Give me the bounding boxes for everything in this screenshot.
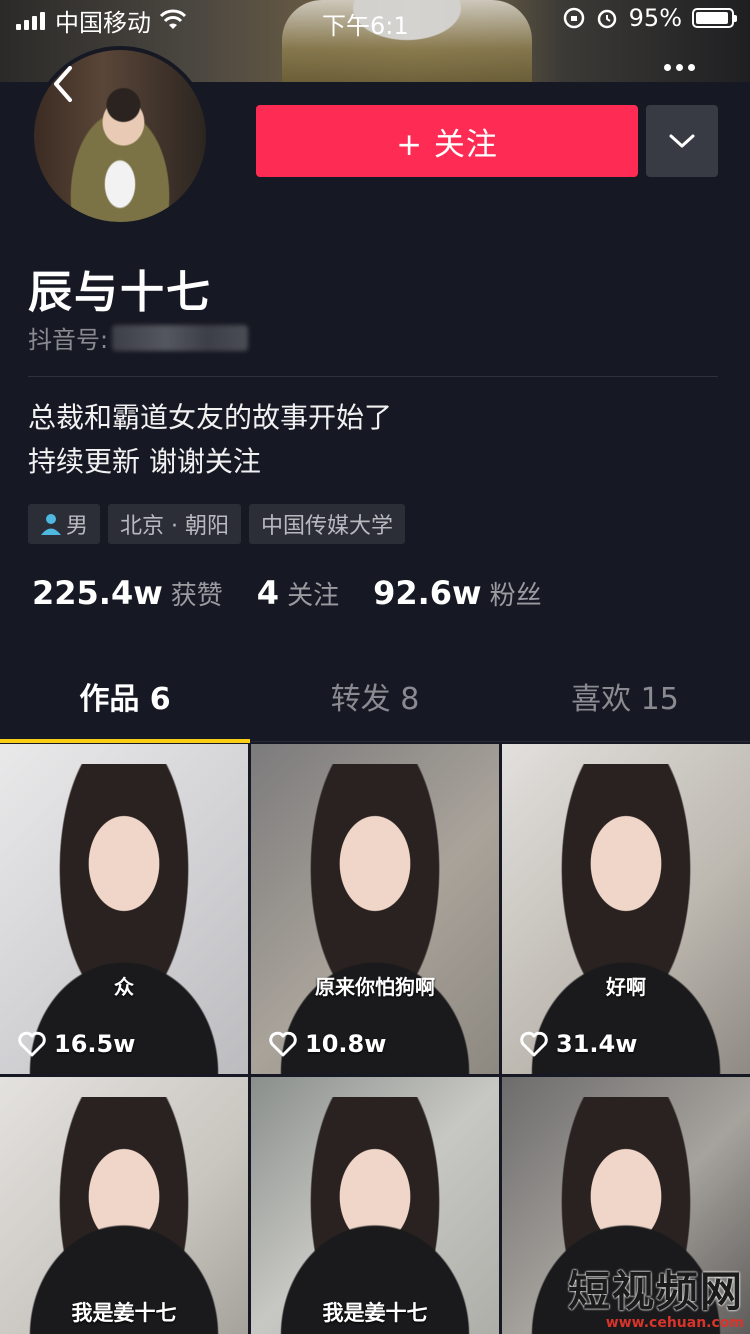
stat-following-value: 4 [256, 574, 280, 612]
video-likes-count: 31.4w [556, 1030, 638, 1058]
heart-icon [269, 1031, 297, 1057]
profile-page: 中国移动 下午6:1 95% + 关注 辰与十七 抖音号: 总裁和霸道女友的故事… [0, 0, 750, 1334]
more-icon[interactable] [664, 64, 695, 71]
video-thumbnail[interactable]: 我是姜十七 [251, 1077, 499, 1334]
douyin-id-label: 抖音号: [28, 326, 109, 354]
stat-following[interactable]: 4 关注 [257, 574, 339, 612]
rotation-lock-icon [563, 7, 584, 29]
gender-tag: 男 [28, 504, 101, 544]
carrier-label: 中国移动 [55, 8, 151, 37]
recommend-dropdown-button[interactable] [646, 105, 718, 177]
video-likes: 16.5w [18, 1030, 135, 1058]
gender-label: 男 [66, 514, 89, 539]
tab-reposts[interactable]: 转发 8 [250, 660, 500, 741]
battery-percent: 95% [628, 4, 682, 32]
video-caption: 我是姜十七 [71, 1301, 177, 1325]
school-tag: 中国传媒大学 [249, 504, 406, 544]
video-thumbnail[interactable]: 短视频网 www.cehuan.com [502, 1077, 750, 1334]
profile-tabs: 作品 6 转发 8 喜欢 15 [0, 660, 750, 743]
divider [28, 376, 718, 377]
video-thumbnail[interactable]: 原来你怕狗啊 10.8w [251, 744, 499, 1074]
watermark: 短视频网 www.cehuan.com [568, 1258, 744, 1331]
douyin-id-row: 抖音号: [28, 320, 249, 355]
alarm-icon [597, 9, 616, 29]
status-right: 95% [563, 4, 737, 32]
profile-tags: 男 北京 · 朝阳 中国传媒大学 [28, 504, 406, 544]
tab-likes[interactable]: 喜欢 15 [500, 660, 750, 741]
video-likes: 10.8w [269, 1030, 386, 1058]
status-left: 中国移动 [16, 3, 187, 38]
location-label: 北京 · 朝阳 [120, 514, 229, 539]
video-thumbnail[interactable]: 我是姜十七 [0, 1077, 248, 1334]
stat-fans[interactable]: 92.6w 粉丝 [373, 574, 542, 612]
bio: 总裁和霸道女友的故事开始了 持续更新 谢谢关注 [28, 396, 392, 484]
video-caption: 好啊 [606, 975, 646, 999]
stat-likes-value: 225.4w [32, 574, 163, 612]
video-thumbnail[interactable]: 好啊 31.4w [502, 744, 750, 1074]
location-tag: 北京 · 朝阳 [108, 504, 241, 544]
status-bar: 中国移动 下午6:1 95% [0, 0, 750, 40]
stat-following-label: 关注 [287, 581, 340, 611]
stat-fans-label: 粉丝 [489, 581, 542, 611]
stat-likes-label: 获赞 [170, 581, 223, 611]
video-caption: 众 [114, 975, 134, 999]
video-caption: 原来你怕狗啊 [315, 975, 435, 999]
video-grid: 众 16.5w 原来你怕狗啊 10.8w 好啊 31.4w 我是姜十七 我是姜十… [0, 744, 750, 1334]
tab-works[interactable]: 作品 6 [0, 660, 250, 743]
heart-icon [520, 1031, 548, 1057]
stats-row: 225.4w 获赞 4 关注 92.6w 粉丝 [32, 574, 576, 612]
bio-line-2: 持续更新 谢谢关注 [28, 445, 261, 478]
signal-icon [16, 10, 45, 30]
follow-label: + 关注 [396, 126, 498, 163]
bio-line-1: 总裁和霸道女友的故事开始了 [28, 401, 393, 434]
video-likes-count: 16.5w [54, 1030, 136, 1058]
person-icon [41, 514, 61, 535]
video-likes: 31.4w [520, 1030, 637, 1058]
battery-icon [692, 8, 737, 28]
wifi-icon [159, 9, 187, 29]
douyin-id-redacted [112, 324, 249, 351]
back-icon[interactable] [46, 62, 80, 106]
heart-icon [18, 1031, 46, 1057]
school-label: 中国传媒大学 [261, 514, 394, 539]
video-caption: 我是姜十七 [322, 1301, 428, 1325]
battery-fill [696, 12, 729, 24]
video-likes-count: 10.8w [305, 1030, 387, 1058]
chevron-down-icon [669, 134, 695, 148]
stat-fans-value: 92.6w [373, 574, 482, 612]
status-time: 下午6:1 [322, 12, 409, 40]
video-thumbnail[interactable]: 众 16.5w [0, 744, 248, 1074]
stat-likes[interactable]: 225.4w 获赞 [32, 574, 223, 612]
username: 辰与十七 [28, 267, 212, 318]
follow-button[interactable]: + 关注 [256, 105, 638, 177]
watermark-main: 短视频网 [567, 1267, 744, 1316]
